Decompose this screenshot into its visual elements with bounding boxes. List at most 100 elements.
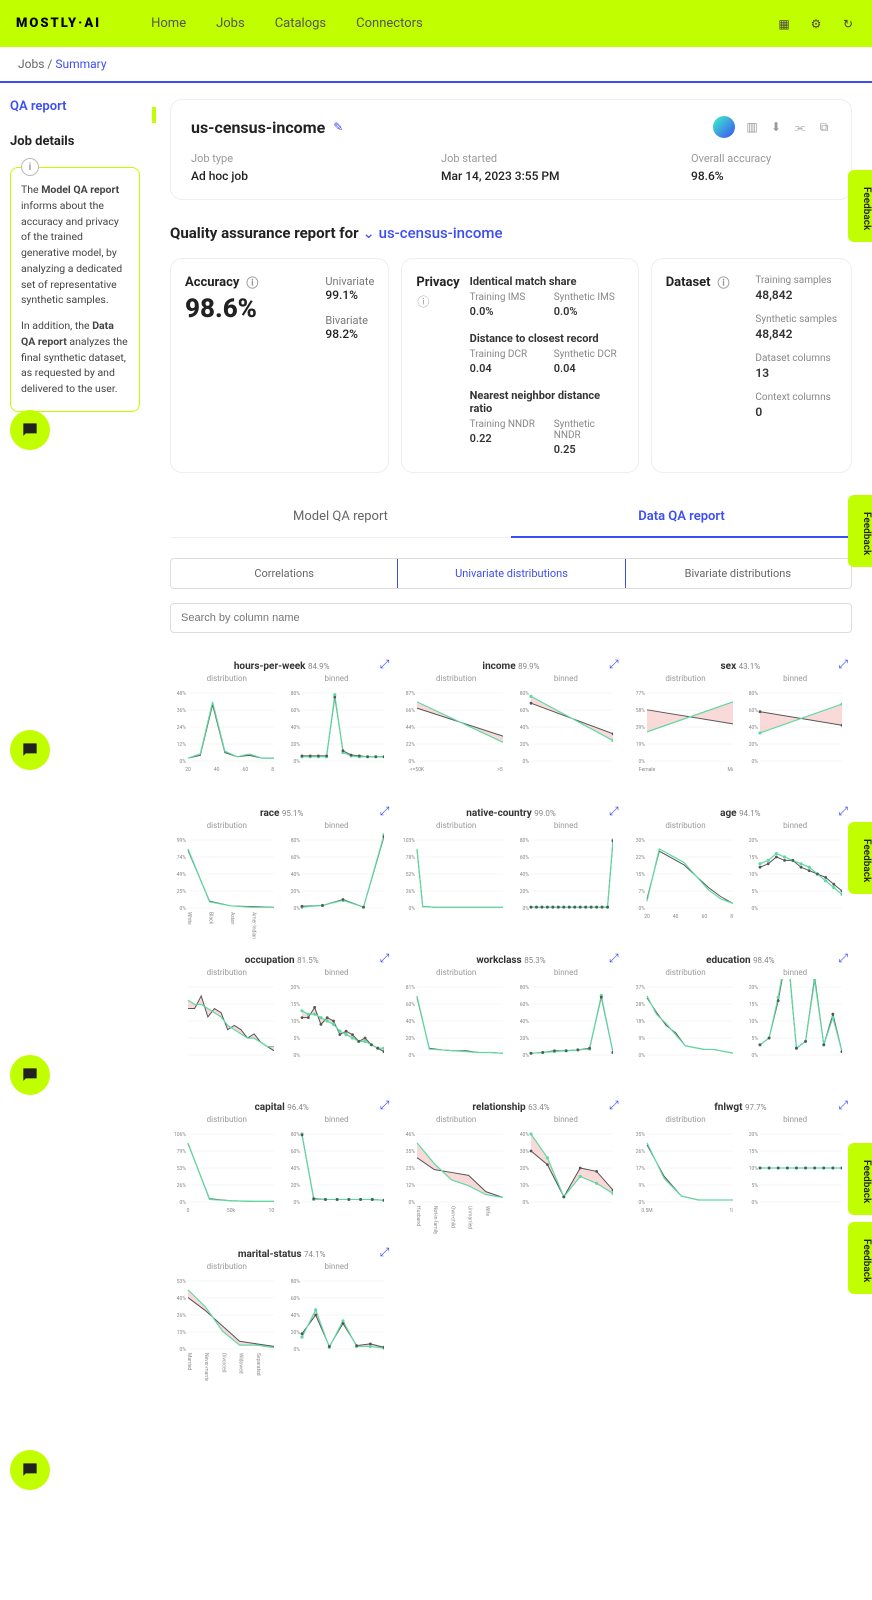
download-icon[interactable]: ⬇	[769, 120, 783, 134]
svg-text:0%: 0%	[293, 759, 300, 765]
svg-text:80%: 80%	[290, 1132, 300, 1138]
nav-links: Home Jobs Catalogs Connectors	[151, 16, 423, 31]
sidebar-qa-report[interactable]: QA report	[10, 99, 140, 114]
search-input[interactable]	[170, 603, 852, 633]
svg-text:20%: 20%	[749, 985, 759, 991]
tab-model-qa[interactable]: Model QA report	[170, 497, 511, 537]
breadcrumb-summary[interactable]: Summary	[55, 57, 106, 71]
chart-hours-per-week: ⤢ hours-per-week 84.9% distribution0%12%…	[170, 657, 393, 800]
expand-icon[interactable]: ⤢	[838, 1098, 848, 1113]
svg-text:80%: 80%	[290, 691, 300, 697]
feedback-tab[interactable]: Feedback	[848, 170, 872, 242]
info-icon[interactable]: ⓘ	[717, 276, 731, 290]
nav-connectors[interactable]: Connectors	[356, 16, 423, 31]
svg-text:46%: 46%	[406, 1132, 416, 1138]
chart-workclass: ⤢ workclass 85.3% distribution0%20%40%60…	[399, 951, 622, 1094]
expand-icon[interactable]: ⤢	[609, 657, 619, 672]
expand-icon[interactable]: ⤢	[609, 951, 619, 966]
chat-fab[interactable]	[10, 1055, 50, 1095]
svg-text:30%: 30%	[635, 838, 645, 844]
svg-text:15%: 15%	[290, 1002, 300, 1008]
svg-text:Own-child: Own-child	[450, 1206, 456, 1228]
info-icon[interactable]: ⓘ	[416, 294, 430, 308]
svg-text:5%: 5%	[752, 889, 759, 895]
chart-age: ⤢ age 94.1% distribution0%7%15%22%30%204…	[629, 804, 852, 947]
edit-icon[interactable]: ✎	[333, 120, 343, 134]
tab-correlations[interactable]: Correlations	[171, 559, 398, 588]
svg-text:99%: 99%	[177, 838, 187, 844]
svg-text:0.5M: 0.5M	[641, 1208, 652, 1214]
svg-text:23%: 23%	[406, 1166, 416, 1172]
feedback-tab[interactable]: Feedback	[848, 1143, 872, 1215]
avatar[interactable]	[713, 116, 735, 138]
tab-univariate[interactable]: Univariate distributions	[397, 558, 625, 589]
breadcrumb-jobs[interactable]: Jobs	[18, 57, 44, 71]
svg-text:40: 40	[214, 767, 220, 773]
svg-text:26%: 26%	[177, 1313, 187, 1319]
expand-icon[interactable]: ⤢	[380, 804, 390, 819]
svg-text:40%: 40%	[749, 725, 759, 731]
expand-icon[interactable]: ⤢	[838, 951, 848, 966]
topbar: MOSTLY·AI Home Jobs Catalogs Connectors …	[0, 0, 872, 47]
svg-text:0%: 0%	[752, 1053, 759, 1059]
svg-text:0%: 0%	[409, 1200, 416, 1206]
expand-icon[interactable]: ⤢	[380, 951, 390, 966]
nav-catalogs[interactable]: Catalogs	[275, 16, 326, 31]
svg-text:Husband: Husband	[415, 1206, 421, 1226]
nav-jobs[interactable]: Jobs	[216, 16, 245, 31]
gear-icon[interactable]: ⚙	[808, 16, 824, 32]
svg-text:40%: 40%	[520, 1132, 530, 1138]
svg-text:100k: 100k	[269, 1208, 274, 1214]
expand-icon[interactable]: ⤢	[609, 1098, 619, 1113]
nav-home[interactable]: Home	[151, 16, 186, 31]
svg-text:Female: Female	[638, 767, 655, 773]
svg-text:60%: 60%	[520, 708, 530, 714]
svg-text:0%: 0%	[180, 1200, 187, 1206]
refresh-icon[interactable]: ↻	[840, 16, 856, 32]
chat-fab[interactable]	[10, 1450, 50, 1490]
svg-text:79%: 79%	[177, 1149, 187, 1155]
feedback-tab[interactable]: Feedback	[848, 1222, 872, 1294]
svg-text:74%: 74%	[177, 855, 187, 861]
charts-grid: ⤢ hours-per-week 84.9% distribution0%12%…	[170, 657, 852, 1388]
feedback-tab[interactable]: Feedback	[848, 822, 872, 894]
tab-data-qa[interactable]: Data QA report	[511, 497, 852, 538]
expand-icon[interactable]: ⤢	[380, 1245, 390, 1260]
expand-icon[interactable]: ⤢	[380, 1098, 390, 1113]
feedback-tab[interactable]: Feedback	[848, 495, 872, 567]
chart-marital-status: ⤢ marital-status 74.1% distribution0%13%…	[170, 1245, 393, 1388]
svg-text:35%: 35%	[635, 1132, 645, 1138]
svg-text:52%: 52%	[406, 872, 416, 878]
svg-text:Unmarried: Unmarried	[467, 1206, 473, 1229]
svg-text:20%: 20%	[749, 838, 759, 844]
svg-text:66%: 66%	[406, 708, 416, 714]
svg-text:20%: 20%	[520, 1166, 530, 1172]
svg-text:20%: 20%	[749, 742, 759, 748]
expand-icon[interactable]: ⤢	[380, 657, 390, 672]
svg-text:20%: 20%	[406, 1036, 416, 1042]
svg-text:20%: 20%	[290, 985, 300, 991]
chart-native-country: ⤢ native-country 99.0% distribution0%26%…	[399, 804, 622, 947]
svg-text:20: 20	[185, 767, 191, 773]
breadcrumb: Jobs / Summary	[0, 47, 872, 83]
svg-text:12%: 12%	[406, 1183, 416, 1189]
grid-icon[interactable]: ▦	[776, 16, 792, 32]
expand-icon[interactable]: ⤢	[838, 657, 848, 672]
svg-text:22%: 22%	[635, 855, 645, 861]
qa-dataset-link[interactable]: ⌄ us-census-income	[362, 224, 502, 242]
share-icon[interactable]: ⫘	[793, 120, 807, 134]
expand-icon[interactable]: ⤢	[609, 804, 619, 819]
svg-text:0%: 0%	[752, 759, 759, 765]
chat-fab[interactable]	[10, 410, 50, 450]
svg-text:Separated: Separated	[255, 1353, 261, 1376]
save-icon[interactable]: ▥	[745, 120, 759, 134]
svg-text:58%: 58%	[635, 708, 645, 714]
svg-text:5%: 5%	[293, 1036, 300, 1042]
info-icon[interactable]: ⓘ	[245, 276, 259, 290]
copy-icon[interactable]: ⧉	[817, 120, 831, 134]
brand-logo[interactable]: MOSTLY·AI	[16, 16, 101, 31]
svg-text:0%: 0%	[752, 906, 759, 912]
expand-icon[interactable]: ⤢	[838, 804, 848, 819]
tab-bivariate[interactable]: Bivariate distributions	[625, 559, 851, 588]
chat-fab[interactable]	[10, 730, 50, 770]
